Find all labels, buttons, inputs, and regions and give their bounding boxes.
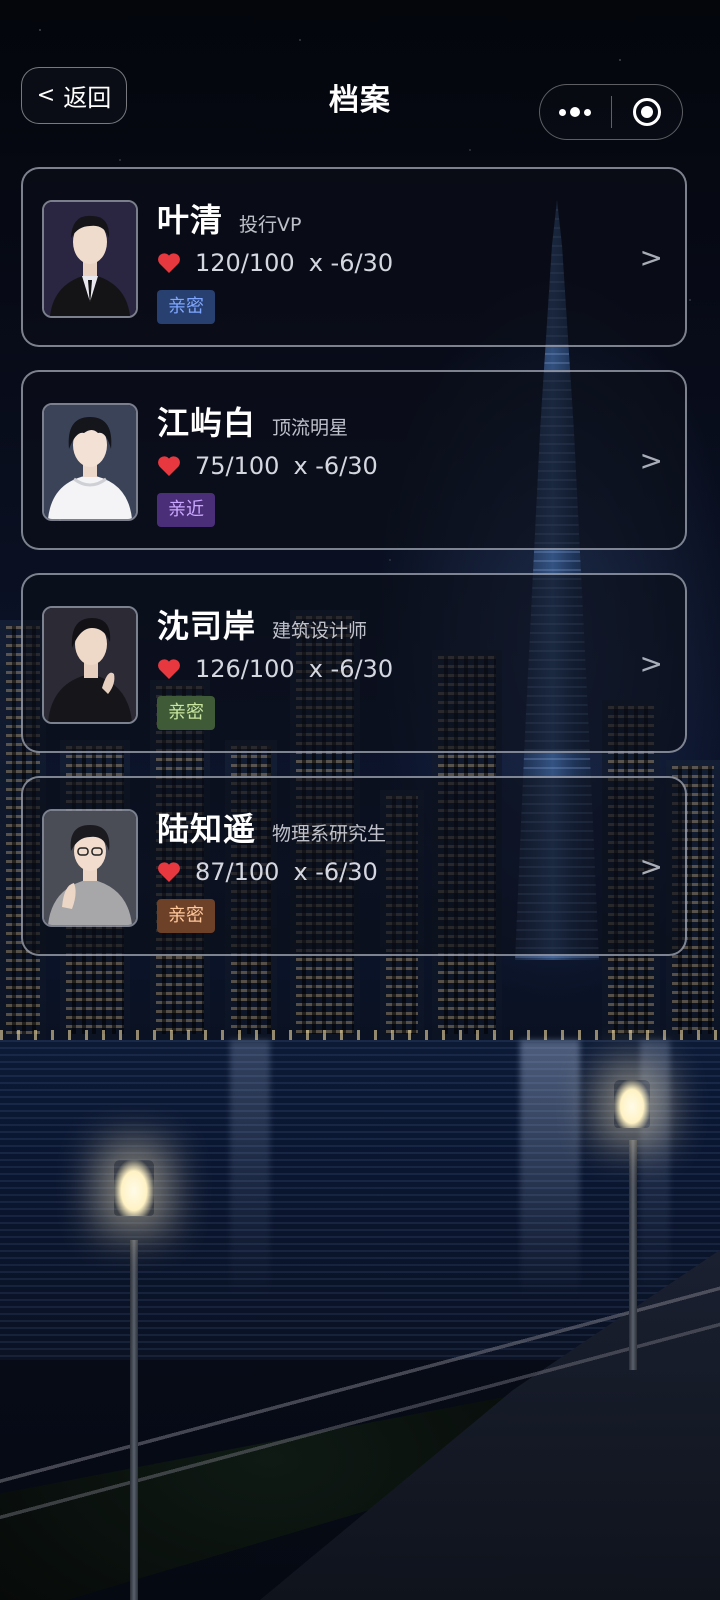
- affection-modifier: x -6/30: [293, 858, 378, 886]
- heart-icon: [158, 659, 180, 679]
- chevron-right-icon: >: [639, 850, 663, 883]
- mini-program-capsule: [539, 84, 683, 140]
- relationship-tag: 亲密: [157, 290, 215, 324]
- character-card[interactable]: 叶清 投行VP 120/100 x -6/30 亲密 >: [21, 167, 687, 347]
- street-lamp-post: [629, 1140, 637, 1370]
- affection-value: 126/100: [195, 655, 295, 683]
- character-role: 物理系研究生: [272, 823, 387, 845]
- avatar: [42, 200, 138, 318]
- name-row: 江屿白 顶流明星: [157, 398, 348, 444]
- more-dots-icon: [559, 107, 592, 117]
- more-options-button[interactable]: [540, 85, 611, 139]
- chevron-left-icon: <: [36, 83, 56, 108]
- chevron-right-icon: >: [639, 444, 663, 477]
- relationship-tag: 亲密: [157, 899, 215, 933]
- name-row: 叶清 投行VP: [157, 195, 301, 241]
- character-card[interactable]: 陆知遥 物理系研究生 87/100 x -6/30 亲密 >: [21, 776, 687, 956]
- page-title: 档案: [329, 83, 391, 118]
- street-lamp: [614, 1080, 650, 1128]
- character-role: 建筑设计师: [272, 620, 368, 642]
- chevron-right-icon: >: [639, 647, 663, 680]
- affection-modifier: x -6/30: [308, 655, 394, 683]
- character-name: 沈司岸: [157, 607, 257, 645]
- affection-value: 75/100: [195, 452, 280, 480]
- character-name: 江屿白: [157, 404, 257, 442]
- chevron-right-icon: >: [639, 241, 663, 274]
- heart-icon: [158, 253, 180, 273]
- stat-row: 126/100 x -6/30: [157, 655, 393, 683]
- avatar: [42, 809, 138, 927]
- waterfront-railing: [0, 1190, 720, 1600]
- character-name: 叶清: [157, 201, 224, 239]
- back-button-label: 返回: [63, 84, 112, 112]
- affection-value: 87/100: [195, 858, 280, 886]
- character-role: 顶流明星: [272, 417, 349, 439]
- relationship-tag: 亲密: [157, 696, 215, 730]
- character-card[interactable]: 沈司岸 建筑设计师 126/100 x -6/30 亲密 >: [21, 573, 687, 753]
- street-lamp: [114, 1160, 154, 1216]
- heart-icon: [158, 456, 180, 476]
- street-lamp-post: [130, 1240, 138, 1600]
- affection-value: 120/100: [195, 249, 295, 277]
- stat-row: 75/100 x -6/30: [157, 452, 378, 480]
- stat-row: 120/100 x -6/30: [157, 249, 393, 277]
- back-button[interactable]: < 返回: [21, 67, 127, 124]
- close-mini-program-button[interactable]: [612, 85, 683, 139]
- relationship-tag: 亲近: [157, 493, 215, 527]
- target-circle-icon: [632, 98, 661, 126]
- name-row: 沈司岸 建筑设计师: [157, 601, 367, 647]
- avatar: [42, 403, 138, 521]
- character-card[interactable]: 江屿白 顶流明星 75/100 x -6/30 亲近 >: [21, 370, 687, 550]
- name-row: 陆知遥 物理系研究生: [157, 804, 386, 850]
- character-role: 投行VP: [239, 214, 302, 236]
- affection-modifier: x -6/30: [293, 452, 378, 480]
- character-name: 陆知遥: [157, 810, 257, 848]
- heart-icon: [158, 862, 180, 882]
- avatar: [42, 606, 138, 724]
- stat-row: 87/100 x -6/30: [157, 858, 378, 886]
- character-list: 叶清 投行VP 120/100 x -6/30 亲密 > 江屿白 顶流明星 75…: [21, 167, 687, 979]
- affection-modifier: x -6/30: [308, 249, 394, 277]
